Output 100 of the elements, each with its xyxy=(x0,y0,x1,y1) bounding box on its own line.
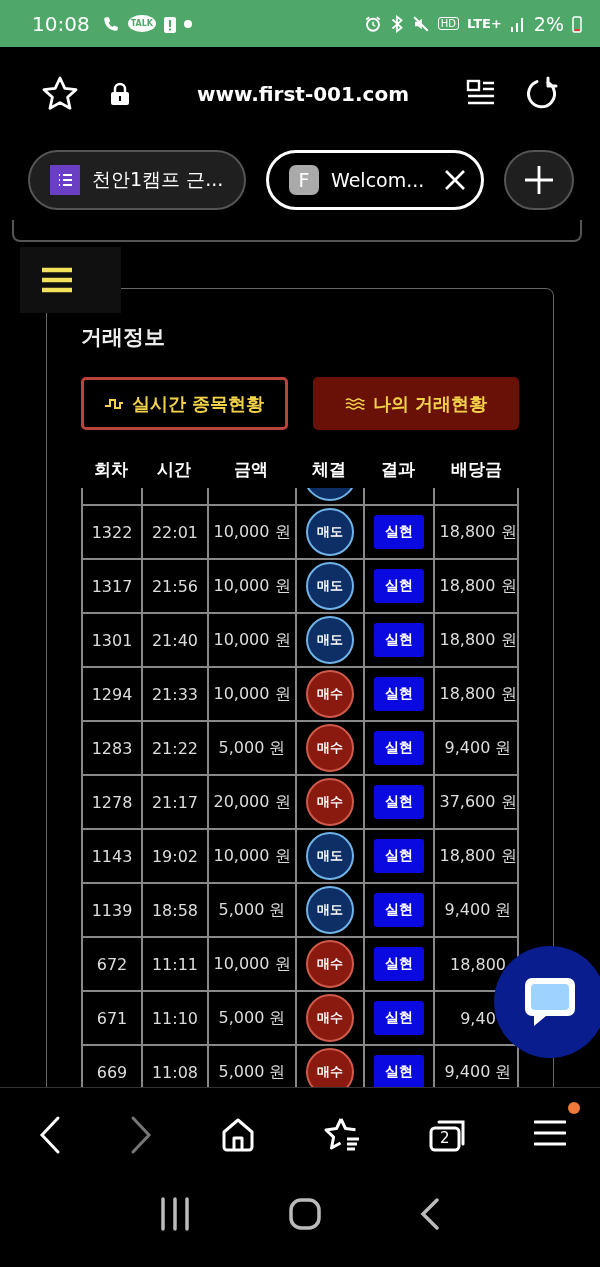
column-header: 배당금 xyxy=(449,457,503,481)
phone-icon xyxy=(101,14,120,33)
trade-side-badge: 매도 xyxy=(306,616,354,664)
table-cell-text: 37,600 원 xyxy=(438,790,518,813)
signal-icon xyxy=(509,15,526,32)
trade-side-badge: 매수 xyxy=(306,994,354,1042)
tabs-button[interactable]: 2 xyxy=(428,1117,467,1152)
table-cell: 1283 xyxy=(83,722,143,774)
result-badge: 실현 xyxy=(374,515,424,549)
result-badge: 실현 xyxy=(374,947,424,981)
result-badge: 실현 xyxy=(374,1001,424,1035)
tab-title: 천안1캠프 근... xyxy=(92,167,225,192)
column-header: 결과 xyxy=(380,457,416,481)
table-cell: 5,000 원 xyxy=(209,722,297,774)
network-type: LTE+ xyxy=(467,16,502,31)
column-header: 체결 xyxy=(311,457,347,481)
table-cell-text: 18,800 원 xyxy=(438,628,518,651)
trade-side-badge: 매도 xyxy=(306,832,354,880)
table-cell: 671 xyxy=(83,992,143,1044)
result-badge: 실현 xyxy=(374,893,424,927)
table-cell: 1278 xyxy=(83,776,143,828)
list-favicon-icon xyxy=(50,165,80,195)
forward-icon[interactable] xyxy=(129,1114,154,1155)
home-icon[interactable] xyxy=(220,1116,257,1153)
table-cell: 672 xyxy=(83,938,143,990)
bookmarks-icon[interactable] xyxy=(323,1116,362,1153)
result-badge: 실현 xyxy=(374,1055,424,1087)
notification-dot-icon xyxy=(183,19,192,28)
waves-icon xyxy=(344,396,365,411)
table-cell: 5,000 원 xyxy=(209,884,297,936)
bluetooth-icon xyxy=(389,14,404,33)
clock: 10:08 xyxy=(32,11,90,36)
new-tab-button[interactable] xyxy=(504,150,574,210)
trade-side-badge: 매도 xyxy=(306,886,354,934)
table-cell: 11:10 xyxy=(143,992,209,1044)
battery-icon xyxy=(572,14,582,33)
lock-icon xyxy=(110,81,130,106)
battery-percent: 2% xyxy=(533,12,564,35)
trade-side-badge: 매도 xyxy=(306,562,354,610)
alarm-icon xyxy=(363,14,382,33)
result-badge: 실현 xyxy=(374,569,424,603)
table-cell: 22:01 xyxy=(143,506,209,558)
table-cell-text: 9,400 원 xyxy=(443,1060,513,1083)
column-header: 회차 xyxy=(93,457,129,481)
recent-apps-icon[interactable] xyxy=(159,1197,190,1231)
result-badge: 실현 xyxy=(374,623,424,657)
address-bar[interactable]: www.first-001.com xyxy=(130,81,466,106)
view-tab[interactable]: 나의 거래현황 xyxy=(312,377,519,430)
plus-icon xyxy=(524,165,554,195)
table-cell-text: 18,800 원 xyxy=(438,574,518,597)
table-cell: 21:56 xyxy=(143,560,209,612)
table-cell-text: 9,40 xyxy=(459,1007,497,1030)
column-header: 금액 xyxy=(233,457,269,481)
table-cell-text: 18,800 원 xyxy=(438,682,518,705)
table-cell-text: 9,400 원 xyxy=(443,736,513,759)
table-cell: 21:33 xyxy=(143,668,209,720)
result-badge: 실현 xyxy=(374,677,424,711)
home-icon[interactable] xyxy=(289,1198,321,1230)
favicon: F xyxy=(289,165,319,195)
back-icon[interactable] xyxy=(38,1114,62,1155)
table-cell: 10,000 원 xyxy=(209,506,297,558)
table-cell: 21:40 xyxy=(143,614,209,666)
table-cell: 10,000 원 xyxy=(209,830,297,882)
table-cell: 1139 xyxy=(83,884,143,936)
result-badge: 실현 xyxy=(374,731,424,765)
menu-button[interactable] xyxy=(20,247,121,313)
table-cell: 18:58 xyxy=(143,884,209,936)
menu-icon xyxy=(41,267,72,293)
mute-icon xyxy=(411,14,430,33)
table-cell: 19:02 xyxy=(143,830,209,882)
trade-side-badge: 매도 xyxy=(306,508,354,556)
table-cell: 10,000 원 xyxy=(209,938,297,990)
chat-app-icon: TALK xyxy=(127,15,156,32)
table-cell-text: 18,800 원 xyxy=(438,520,518,543)
table-cell: 669 xyxy=(83,1046,143,1087)
table-cell: 5,000 원 xyxy=(209,1046,297,1087)
table-cell: 1301 xyxy=(83,614,143,666)
trade-side-badge: 매수 xyxy=(306,778,354,826)
browser-tab[interactable]: 천안1캠프 근... xyxy=(28,150,246,210)
notification-dot-icon xyxy=(567,1101,580,1114)
table-cell: 1322 xyxy=(83,506,143,558)
browser-tab[interactable]: F Welcom... xyxy=(266,150,484,210)
table-cell: 5,000 원 xyxy=(209,992,297,1044)
trade-side-badge: 매수 xyxy=(306,724,354,772)
view-tab[interactable]: 실시간 종목현황 xyxy=(81,377,288,430)
table-cell: 21:17 xyxy=(143,776,209,828)
table-cell: 10,000 원 xyxy=(209,614,297,666)
column-header: 시간 xyxy=(156,457,192,481)
trade-side-badge: 매수 xyxy=(306,940,354,988)
result-badge: 실현 xyxy=(374,839,424,873)
table-cell: 10,000 원 xyxy=(209,560,297,612)
result-badge: 실현 xyxy=(374,785,424,819)
table-cell: 10,000 원 xyxy=(209,668,297,720)
back-icon[interactable] xyxy=(420,1198,441,1230)
table-cell-text: 18,800 xyxy=(449,953,507,976)
trade-side-badge: 매수 xyxy=(306,670,354,718)
pulse-icon xyxy=(104,396,125,411)
battery-alert-icon xyxy=(163,14,176,33)
hd-voice-label: HD xyxy=(437,17,460,30)
close-icon[interactable] xyxy=(443,168,467,192)
